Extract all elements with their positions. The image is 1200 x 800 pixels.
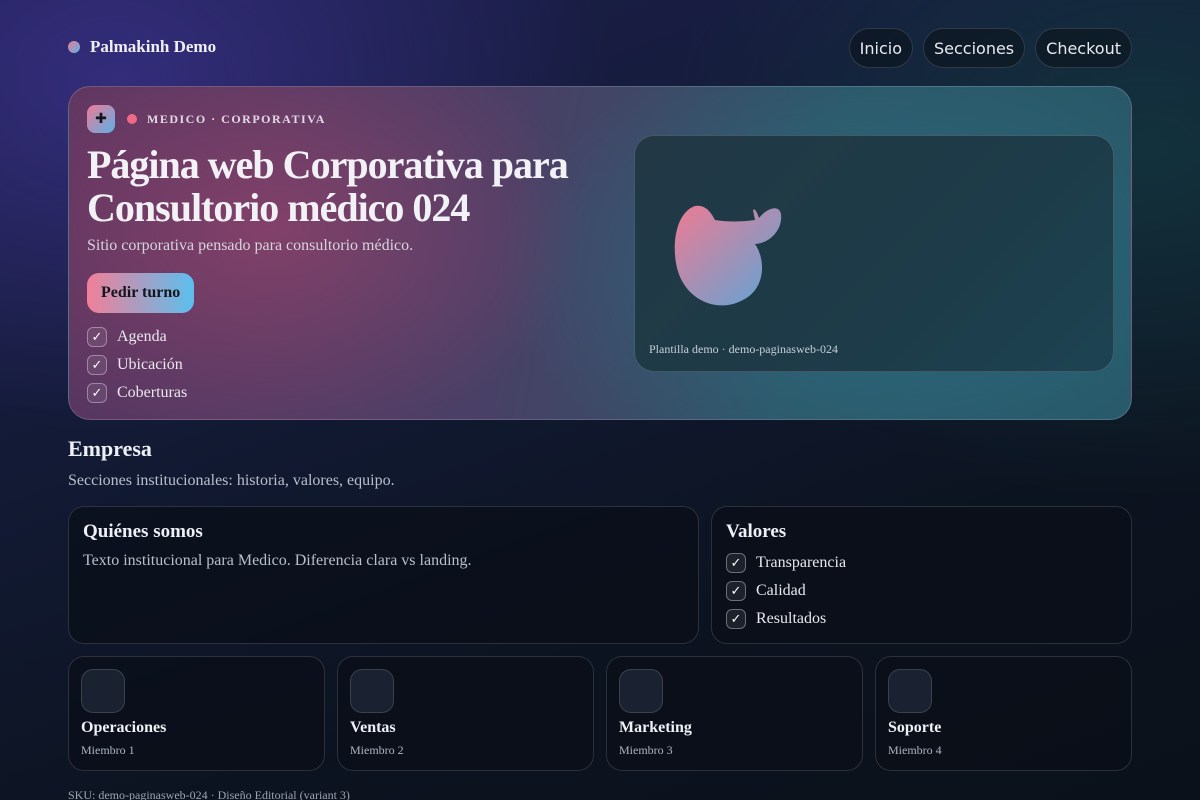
preview-caption: Plantilla demo · demo-paginasweb-024 (649, 342, 838, 356)
team-role: Miembro 2 (350, 743, 404, 757)
team-role: Miembro 1 (81, 743, 135, 757)
hero-tag: ✚ MEDICO · CORPORATIVA (87, 105, 326, 133)
hero-section: ✚ MEDICO · CORPORATIVA Página web Corpor… (68, 86, 1132, 420)
template-preview: Plantilla demo · demo-paginasweb-024 (634, 135, 1114, 372)
book-appointment-button[interactable]: Pedir turno (87, 273, 195, 313)
nav-checkout[interactable]: Checkout (1035, 28, 1132, 68)
brand-name: Palmakinh Demo (90, 37, 217, 56)
team-card-soporte: Soporte Miembro 4 (875, 656, 1132, 771)
abstract-blob-illustration (674, 205, 782, 306)
section-title: Empresa (68, 436, 152, 461)
values-list: ✓ Transparencia ✓ Calidad ✓ Resultados (726, 549, 846, 633)
values-card: Valores ✓ Transparencia ✓ Calidad ✓ Resu… (711, 506, 1132, 644)
list-item: ✓ Agenda (87, 323, 187, 351)
list-item: ✓ Transparencia (726, 549, 846, 577)
team-name: Ventas (350, 719, 396, 736)
about-card: Quiénes somos Texto institucional para M… (68, 506, 699, 644)
team-card-ventas: Ventas Miembro 2 (337, 656, 594, 771)
hero-category: MEDICO · CORPORATIVA (147, 111, 326, 126)
avatar (888, 669, 932, 713)
footer-sku: SKU: demo-paginasweb-024 · Diseño Editor… (68, 788, 350, 800)
brand[interactable]: Palmakinh Demo (68, 37, 216, 57)
team-card-operaciones: Operaciones Miembro 1 (68, 656, 325, 771)
avatar (619, 669, 663, 713)
tag-dot-icon (127, 114, 137, 124)
team-role: Miembro 4 (888, 743, 942, 757)
team-name: Soporte (888, 719, 942, 736)
team-name: Operaciones (81, 719, 167, 736)
hero-feature-list: ✓ Agenda ✓ Ubicación ✓ Coberturas (87, 323, 187, 407)
list-item: ✓ Ubicación (87, 351, 187, 379)
check-icon: ✓ (726, 609, 746, 629)
list-item: ✓ Calidad (726, 577, 846, 605)
hero-title: Página web Corporativa para Consultorio … (87, 142, 569, 230)
feature-label: Coberturas (117, 384, 188, 401)
main-nav: Inicio Secciones Checkout (848, 28, 1132, 68)
list-item: ✓ Coberturas (87, 379, 187, 407)
top-bar: Palmakinh Demo Inicio Secciones Checkout (68, 28, 1132, 68)
brand-logo-icon (68, 41, 80, 53)
team-name: Marketing (619, 719, 692, 736)
check-icon: ✓ (87, 355, 107, 375)
nav-inicio[interactable]: Inicio (848, 28, 913, 68)
about-text: Texto institucional para Medico. Diferen… (83, 552, 472, 569)
team-role: Miembro 3 (619, 743, 673, 757)
check-icon: ✓ (87, 383, 107, 403)
nav-secciones[interactable]: Secciones (922, 28, 1026, 68)
avatar (350, 669, 394, 713)
hero-subtitle: Sitio corporativa pensado para consultor… (87, 237, 414, 254)
list-item: ✓ Resultados (726, 605, 846, 633)
values-title: Valores (726, 521, 787, 542)
value-label: Transparencia (756, 554, 847, 571)
value-label: Calidad (756, 582, 806, 599)
feature-label: Ubicación (117, 356, 183, 373)
feature-label: Agenda (117, 328, 167, 345)
medical-cross-icon: ✚ (87, 105, 115, 133)
section-subtitle: Secciones institucionales: historia, val… (68, 472, 395, 489)
check-icon: ✓ (87, 327, 107, 347)
value-label: Resultados (756, 610, 827, 627)
check-icon: ✓ (726, 581, 746, 601)
avatar (81, 669, 125, 713)
about-title: Quiénes somos (83, 521, 203, 542)
team-card-marketing: Marketing Miembro 3 (606, 656, 863, 771)
check-icon: ✓ (726, 553, 746, 573)
